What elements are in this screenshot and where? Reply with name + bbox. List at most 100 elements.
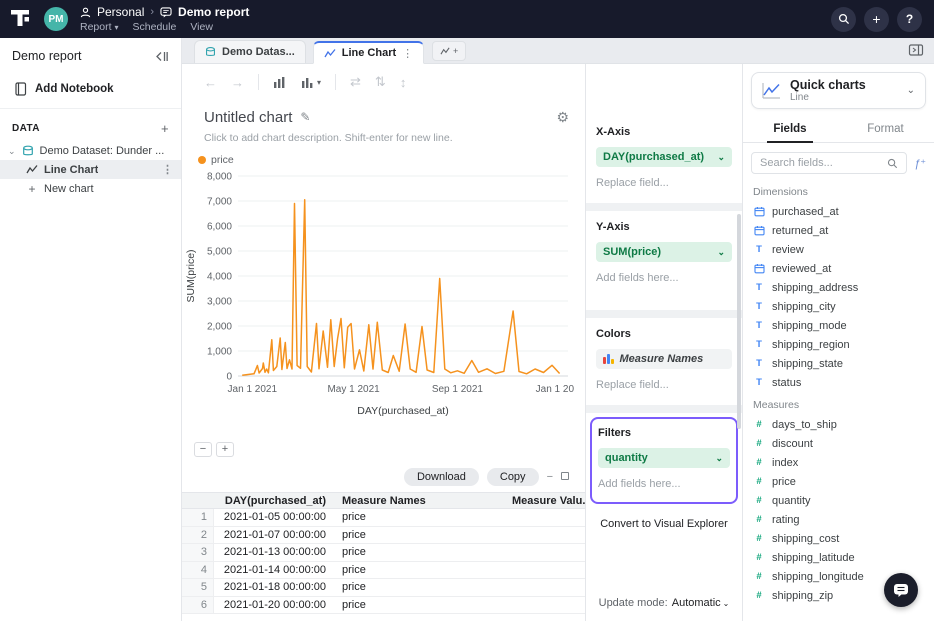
report-title[interactable]: Demo report: [178, 5, 249, 19]
fields-search-row: Search fields... ƒ⁺: [743, 143, 934, 179]
chevron-down-icon: ⌄: [717, 247, 725, 258]
field-item-reviewed_at[interactable]: reviewed_at: [743, 259, 934, 278]
field-item-discount[interactable]: #discount: [743, 434, 934, 453]
field-item-returned_at[interactable]: returned_at: [743, 221, 934, 240]
field-item-shipping_mode[interactable]: Tshipping_mode: [743, 316, 934, 335]
tab-format[interactable]: Format: [861, 115, 909, 142]
edit-title-icon[interactable]: ✎: [300, 110, 310, 124]
copy-button[interactable]: Copy: [487, 468, 539, 486]
plus-icon: +: [453, 46, 458, 56]
sidebar-item-new-chart[interactable]: + New chart: [0, 179, 181, 199]
colors-field-pill[interactable]: Measure Names: [596, 349, 732, 369]
sort-asc-button[interactable]: ⇅: [375, 74, 386, 90]
update-mode-dropdown[interactable]: Automatic⌄: [672, 597, 730, 609]
chart-type-dropdown[interactable]: ▾: [301, 76, 321, 89]
tab-line-chart[interactable]: Line Chart ⋮: [313, 41, 424, 64]
collapse-sidebar-button[interactable]: [154, 50, 169, 63]
chart-settings-icon[interactable]: ⚙: [556, 109, 569, 126]
tab-label: Line Chart: [342, 47, 396, 59]
menu-item-view[interactable]: View: [190, 21, 213, 33]
workspace-name[interactable]: Personal: [97, 5, 144, 19]
filters-placeholder[interactable]: Add fields here...: [598, 478, 730, 490]
y-axis-placeholder[interactable]: Add fields here...: [596, 272, 732, 284]
sidebar-item-line-chart[interactable]: Line Chart ⋮: [0, 160, 181, 179]
tab-fields[interactable]: Fields: [767, 115, 812, 142]
legend-label[interactable]: price: [211, 154, 234, 166]
open-panel-button[interactable]: [908, 43, 924, 57]
colors-placeholder[interactable]: Replace field...: [596, 379, 732, 391]
swap-chart-button[interactable]: [273, 76, 287, 89]
search-fields-input[interactable]: Search fields...: [751, 152, 907, 174]
filters-field-pill[interactable]: quantity ⌄: [598, 448, 730, 468]
table-row[interactable]: 42021-01-14 00:00:00price: [182, 562, 585, 580]
chat-support-button[interactable]: [884, 573, 918, 607]
menu-item-schedule[interactable]: Schedule: [133, 21, 177, 33]
tab-demo-dataset[interactable]: Demo Datas...: [194, 40, 306, 63]
add-data-button[interactable]: +: [161, 121, 169, 136]
cell-measure-value: [504, 509, 585, 526]
new-tab-button[interactable]: +: [432, 41, 466, 61]
field-item-shipping_address[interactable]: Tshipping_address: [743, 278, 934, 297]
field-item-days_to_ship[interactable]: #days_to_ship: [743, 415, 934, 434]
field-item-shipping_latitude[interactable]: #shipping_latitude: [743, 548, 934, 567]
field-item-review[interactable]: Treview: [743, 240, 934, 259]
quick-charts-icon: [760, 81, 782, 101]
sort-desc-button[interactable]: ↕: [400, 75, 407, 90]
expand-table-icon[interactable]: [561, 471, 569, 483]
y-axis-field-pill[interactable]: SUM(price) ⌄: [596, 242, 732, 262]
quick-charts-selector[interactable]: Quick charts Line ⌄: [751, 72, 926, 109]
field-item-shipping_city[interactable]: Tshipping_city: [743, 297, 934, 316]
field-item-quantity[interactable]: #quantity: [743, 491, 934, 510]
svg-text:Sep 1 2021: Sep 1 2021: [432, 384, 484, 395]
column-header[interactable]: Measure Valu...: [504, 495, 585, 507]
chart-description-placeholder[interactable]: Click to add chart description. Shift-en…: [182, 130, 585, 146]
add-formula-button[interactable]: ƒ⁺: [914, 157, 926, 170]
number-type-icon: #: [753, 495, 765, 506]
download-button[interactable]: Download: [404, 468, 479, 486]
field-item-shipping_region[interactable]: Tshipping_region: [743, 335, 934, 354]
x-axis-field-pill[interactable]: DAY(purchased_at) ⌄: [596, 147, 732, 167]
swap-chart-icon: [273, 76, 287, 89]
column-header[interactable]: Measure Names: [334, 495, 504, 507]
text-type-icon: T: [753, 339, 765, 350]
field-item-price[interactable]: #price: [743, 472, 934, 491]
column-header[interactable]: DAY(purchased_at): [214, 495, 334, 507]
redo-button[interactable]: →: [231, 75, 244, 90]
kebab-menu-icon[interactable]: ⋮: [162, 163, 173, 176]
table-row[interactable]: 12021-01-05 00:00:00price: [182, 509, 585, 527]
table-row[interactable]: 62021-01-20 00:00:00price: [182, 597, 585, 615]
field-item-shipping_state[interactable]: Tshipping_state: [743, 354, 934, 373]
menu-item-report[interactable]: Report▾: [80, 21, 119, 33]
field-item-shipping_cost[interactable]: #shipping_cost: [743, 529, 934, 548]
field-name: status: [772, 377, 801, 389]
add-notebook-button[interactable]: Add Notebook: [0, 74, 181, 109]
line-chart-plot[interactable]: 01,0002,0003,0004,0005,0006,0007,0008,00…: [182, 168, 574, 436]
field-item-rating[interactable]: #rating: [743, 510, 934, 529]
table-row[interactable]: 32021-01-13 00:00:00price: [182, 544, 585, 562]
table-row[interactable]: 22021-01-07 00:00:00price: [182, 527, 585, 545]
add-button[interactable]: +: [864, 7, 889, 32]
convert-to-visual-explorer-button[interactable]: Convert to Visual Explorer: [586, 504, 742, 540]
field-item-status[interactable]: Tstatus: [743, 373, 934, 392]
field-name: shipping_mode: [772, 320, 847, 332]
table-row[interactable]: 52021-01-18 00:00:00price: [182, 579, 585, 597]
svg-text:7,000: 7,000: [207, 197, 232, 208]
svg-text:DAY(purchased_at): DAY(purchased_at): [357, 405, 448, 417]
chart-title[interactable]: Untitled chart: [204, 109, 292, 126]
field-item-index[interactable]: #index: [743, 453, 934, 472]
calendar-icon: [753, 263, 765, 274]
x-axis-placeholder[interactable]: Replace field...: [596, 177, 732, 189]
zoom-in-button[interactable]: +: [216, 442, 234, 457]
help-button[interactable]: ?: [897, 7, 922, 32]
avatar[interactable]: PM: [44, 7, 68, 31]
minimize-table-icon[interactable]: −: [547, 471, 553, 483]
search-button[interactable]: [831, 7, 856, 32]
sort-swap-button[interactable]: ⇄: [350, 74, 361, 90]
dataset-tree-item[interactable]: ⌄ Demo Dataset: Dunder ...: [0, 142, 181, 160]
kebab-menu-icon[interactable]: ⋮: [402, 47, 413, 60]
config-scrollbar[interactable]: [737, 214, 741, 429]
app-logo-icon[interactable]: [10, 9, 32, 29]
field-item-purchased_at[interactable]: purchased_at: [743, 202, 934, 221]
undo-button[interactable]: ←: [204, 75, 217, 90]
zoom-out-button[interactable]: −: [194, 442, 212, 457]
